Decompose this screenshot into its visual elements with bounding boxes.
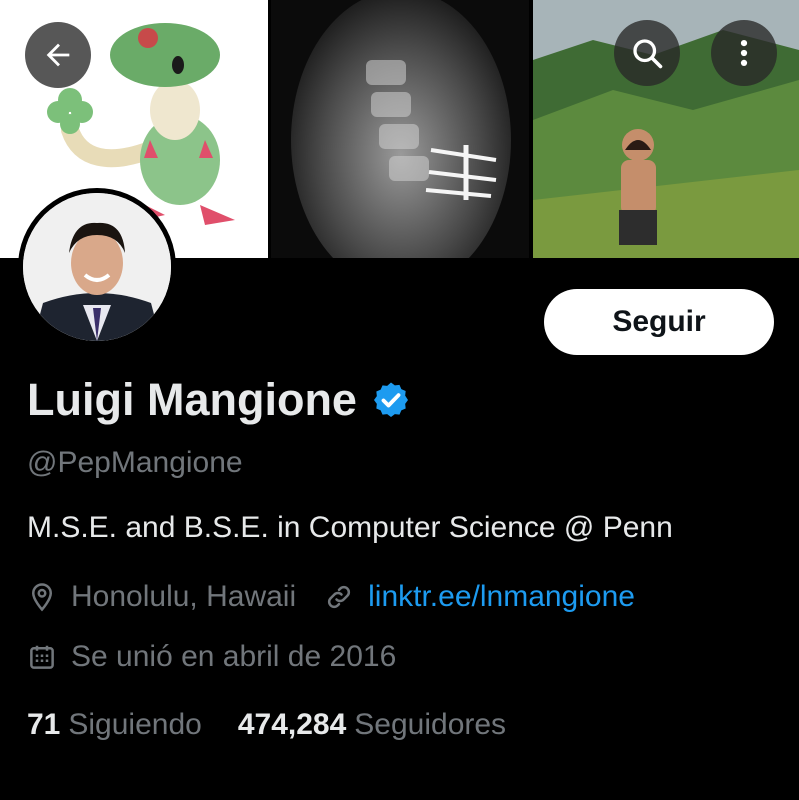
followers-count: 474,284 — [237, 708, 347, 741]
search-button[interactable] — [614, 20, 680, 86]
profile-website-link[interactable]: linktr.ee/lnmangione — [368, 580, 635, 614]
followers-stat[interactable]: 474,284 Seguidores — [238, 708, 506, 742]
banner-image-xray — [271, 0, 529, 258]
link-icon — [328, 585, 351, 609]
avatar-photo — [23, 193, 171, 341]
profile-joined-date: Se unió en abril de 2016 — [71, 640, 397, 673]
following-count: 71 — [27, 708, 61, 741]
verified-badge-icon[interactable] — [371, 380, 411, 420]
profile-joined-row: Se unió en abril de 2016 — [27, 640, 396, 674]
more-vertical-icon — [740, 39, 748, 67]
profile-meta-row: Honolulu, Hawaii linktr.ee/lnmangione — [27, 580, 635, 614]
calendar-icon — [30, 645, 54, 669]
following-stat[interactable]: 71 Siguiendo — [27, 708, 202, 742]
profile-name: Luigi Mangione — [27, 374, 357, 425]
location-pin-icon — [31, 583, 53, 612]
profile-stats: 71 Siguiendo 474,284 Seguidores — [27, 708, 506, 742]
profile-name-row: Luigi Mangione — [27, 374, 411, 426]
follow-button[interactable]: Seguir — [544, 289, 774, 355]
arrow-left-icon — [46, 43, 70, 67]
back-button[interactable] — [25, 22, 91, 88]
more-options-button[interactable] — [711, 20, 777, 86]
followers-label: Seguidores — [354, 708, 507, 741]
profile-handle: @PepMangione — [27, 446, 243, 479]
profile-location: Honolulu, Hawaii — [71, 580, 297, 613]
profile-avatar[interactable] — [18, 188, 176, 346]
following-label: Siguiendo — [68, 708, 202, 741]
truncated-content-edge — [27, 784, 707, 800]
profile-bio: M.S.E. and B.S.E. in Computer Science @ … — [27, 511, 673, 544]
search-icon — [633, 39, 663, 69]
